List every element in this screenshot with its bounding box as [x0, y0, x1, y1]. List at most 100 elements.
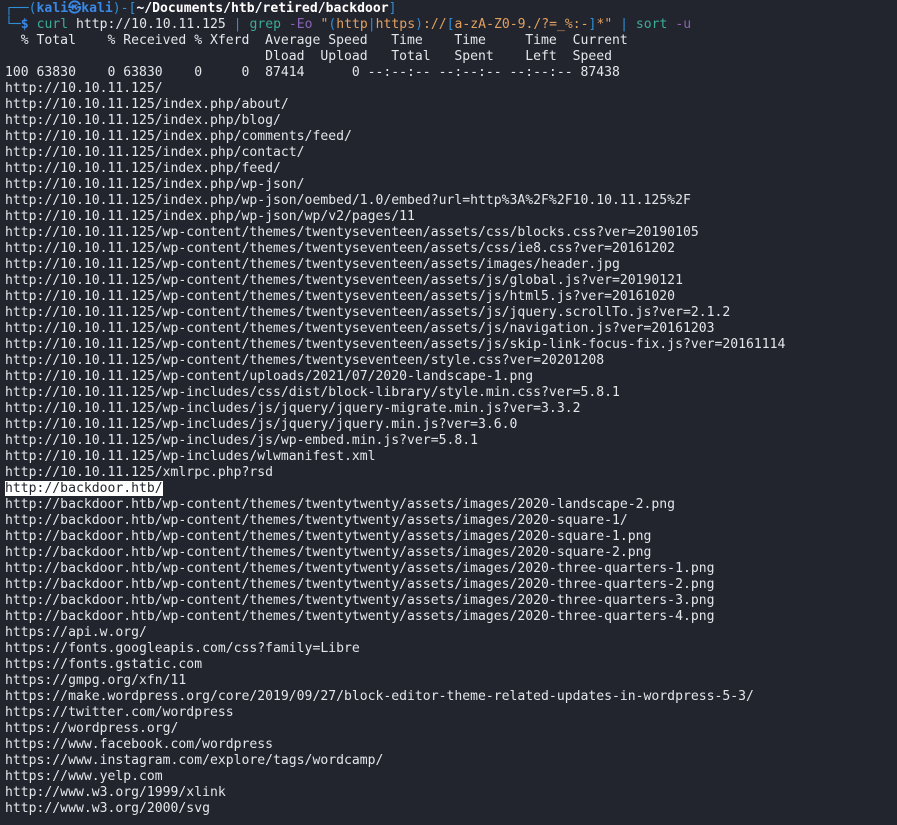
- output-line: http://10.10.11.125/index.php/blog/: [5, 113, 897, 129]
- cmd-grep: grep: [249, 17, 281, 32]
- output-line: http://backdoor.htb/wp-content/themes/tw…: [5, 513, 897, 529]
- cmd-pattern-paren-close: ): [415, 17, 423, 32]
- output-line: https://fonts.gstatic.com: [5, 657, 897, 673]
- output-line: http://10.10.11.125/wp-content/themes/tw…: [5, 353, 897, 369]
- output-line: http://10.10.11.125/wp-includes/js/jquer…: [5, 417, 897, 433]
- url-text: https://api.w.org/: [5, 625, 147, 640]
- url-text: https://twitter.com/wordpress: [5, 705, 234, 720]
- url-text: https://www.instagram.com/explore/tags/w…: [5, 753, 384, 768]
- output-line: http://backdoor.htb/: [5, 481, 897, 497]
- cmd-grep-flag: -Eo: [288, 17, 313, 32]
- prompt-cwd: ~/Documents/htb/retired/backdoor: [136, 1, 389, 16]
- output-line: http://10.10.11.125/wp-content/themes/tw…: [5, 289, 897, 305]
- url-text: http://10.10.11.125/wp-content/themes/tw…: [5, 257, 620, 272]
- prompt-corner-top: ┌──: [5, 1, 29, 16]
- selected-url[interactable]: http://backdoor.htb/: [5, 481, 163, 496]
- output-line: https://www.instagram.com/explore/tags/w…: [5, 753, 897, 769]
- url-text: https://www.facebook.com/wordpress: [5, 737, 274, 752]
- url-text: http://backdoor.htb/wp-content/themes/tw…: [5, 609, 715, 624]
- output-line: https://www.facebook.com/wordpress: [5, 737, 897, 753]
- output-line: http://backdoor.htb/wp-content/themes/tw…: [5, 609, 897, 625]
- url-text: http://10.10.11.125/index.php/wp-json/oe…: [5, 193, 691, 208]
- output-line: http://10.10.11.125/index.php/about/: [5, 97, 897, 113]
- prompt-bracket-close: ]: [388, 1, 397, 16]
- url-text: http://10.10.11.125/index.php/comments/f…: [5, 129, 352, 144]
- url-text: http://10.10.11.125/wp-includes/js/wp-em…: [5, 433, 478, 448]
- url-text: http://10.10.11.125/index.php/blog/: [5, 113, 281, 128]
- curl-progress-header-2: Dload Upload Total Spent Left Speed: [5, 49, 612, 64]
- output-line: http://10.10.11.125/xmlrpc.php?rsd: [5, 465, 897, 481]
- url-text: https://www.yelp.com: [5, 769, 163, 784]
- kali-skull-icon: ㉿: [68, 1, 82, 16]
- curl-progress-header-1: % Total % Received % Xferd Average Speed…: [5, 33, 628, 48]
- output-line: http://10.10.11.125/wp-content/uploads/2…: [5, 369, 897, 385]
- cmd-pattern-bar: |: [367, 17, 376, 32]
- url-text: https://wordpress.org/: [5, 721, 179, 736]
- url-text: https://fonts.gstatic.com: [5, 657, 203, 672]
- url-text: http://10.10.11.125/wp-content/themes/tw…: [5, 289, 676, 304]
- url-text: http://www.w3.org/2000/svg: [5, 801, 210, 816]
- output-line: http://10.10.11.125/wp-content/themes/tw…: [5, 321, 897, 337]
- output-line: http://www.w3.org/2000/svg: [5, 801, 897, 817]
- cmd-sort: sort: [635, 17, 668, 32]
- url-text: http://10.10.11.125/wp-includes/css/dist…: [5, 385, 620, 400]
- url-text: http://backdoor.htb/wp-content/themes/tw…: [5, 593, 715, 608]
- output-line: https://fonts.googleapis.com/css?family=…: [5, 641, 897, 657]
- cmd-pipe-2: |: [620, 17, 628, 32]
- output-line: http://10.10.11.125/index.php/wp-json/oe…: [5, 193, 897, 209]
- output-line: http://10.10.11.125/wp-content/themes/tw…: [5, 273, 897, 289]
- cmd-pattern-alt: http: [336, 17, 368, 32]
- cmd-url: http://10.10.11.125: [76, 17, 226, 32]
- url-text: http://www.w3.org/1999/xlink: [5, 785, 226, 800]
- url-text: http://10.10.11.125/wp-content/themes/tw…: [5, 353, 605, 368]
- output-line: https://api.w.org/: [5, 625, 897, 641]
- output-line: http://10.10.11.125/wp-content/themes/tw…: [5, 241, 897, 257]
- url-text: http://10.10.11.125/wp-content/uploads/2…: [5, 369, 534, 384]
- prompt-paren-open: (: [28, 1, 37, 16]
- output-line: http://backdoor.htb/wp-content/themes/tw…: [5, 545, 897, 561]
- output-line: http://10.10.11.125/index.php/comments/f…: [5, 129, 897, 145]
- output-line: http://backdoor.htb/wp-content/themes/tw…: [5, 497, 897, 513]
- output-line: http://www.w3.org/1999/xlink: [5, 785, 897, 801]
- output-line: https://www.yelp.com: [5, 769, 897, 785]
- url-text: https://make.wordpress.org/core/2019/09/…: [5, 689, 754, 704]
- prompt-host: kali: [81, 1, 113, 16]
- output-line: http://10.10.11.125/wp-includes/wlwmanif…: [5, 449, 897, 465]
- output-line: http://10.10.11.125/index.php/contact/: [5, 145, 897, 161]
- terminal-window[interactable]: ┌──(kali㉿kali)-[~/Documents/htb/retired/…: [0, 0, 897, 817]
- url-text: http://10.10.11.125/wp-content/themes/tw…: [5, 273, 683, 288]
- url-text: http://backdoor.htb/wp-content/themes/tw…: [5, 513, 628, 528]
- output-line: http://10.10.11.125/index.php/feed/: [5, 161, 897, 177]
- cmd-pattern-colon: :: [422, 17, 431, 32]
- url-text: https://gmpg.org/xfn/11: [5, 673, 187, 688]
- output-line: http://10.10.11.125/wp-includes/js/jquer…: [5, 401, 897, 417]
- url-text: http://backdoor.htb/wp-content/themes/tw…: [5, 529, 652, 544]
- output-line: https://gmpg.org/xfn/11: [5, 673, 897, 689]
- cmd-pattern-slashes: //: [430, 17, 447, 32]
- output-line: http://backdoor.htb/wp-content/themes/tw…: [5, 529, 897, 545]
- output-line: http://10.10.11.125/wp-content/themes/tw…: [5, 225, 897, 241]
- url-text: http://backdoor.htb/wp-content/themes/tw…: [5, 497, 676, 512]
- url-text: http://backdoor.htb/wp-content/themes/tw…: [5, 561, 715, 576]
- output-line: http://10.10.11.125/index.php/wp-json/wp…: [5, 209, 897, 225]
- url-text: http://10.10.11.125/xmlrpc.php?rsd: [5, 465, 274, 480]
- command-line[interactable]: └─$ curl http://10.10.11.125 | grep -Eo …: [5, 17, 897, 33]
- url-text: http://10.10.11.125/: [5, 81, 163, 96]
- url-text: http://backdoor.htb/wp-content/themes/tw…: [5, 577, 715, 592]
- output-line: http://backdoor.htb/wp-content/themes/tw…: [5, 593, 897, 609]
- cmd-pattern-alt2: https: [375, 17, 416, 32]
- output-line: https://make.wordpress.org/core/2019/09/…: [5, 689, 897, 705]
- url-text: http://10.10.11.125/index.php/about/: [5, 97, 289, 112]
- output-line: http://10.10.11.125/index.php/wp-json/: [5, 177, 897, 193]
- prompt-line: ┌──(kali㉿kali)-[~/Documents/htb/retired/…: [5, 1, 897, 17]
- url-text: http://10.10.11.125/index.php/wp-json/wp…: [5, 209, 415, 224]
- output-line: http://10.10.11.125/wp-content/themes/tw…: [5, 305, 897, 321]
- url-text: http://10.10.11.125/index.php/wp-json/: [5, 177, 305, 192]
- url-text: http://10.10.11.125/wp-includes/wlwmanif…: [5, 449, 376, 464]
- output-line: http://10.10.11.125/wp-content/themes/tw…: [5, 257, 897, 273]
- output-line: https://wordpress.org/: [5, 721, 897, 737]
- output-line: http://10.10.11.125/wp-content/themes/tw…: [5, 337, 897, 353]
- url-text: https://fonts.googleapis.com/css?family=…: [5, 641, 360, 656]
- cmd-pattern-bracket-open: [: [446, 17, 455, 32]
- url-text: http://backdoor.htb/wp-content/themes/tw…: [5, 545, 652, 560]
